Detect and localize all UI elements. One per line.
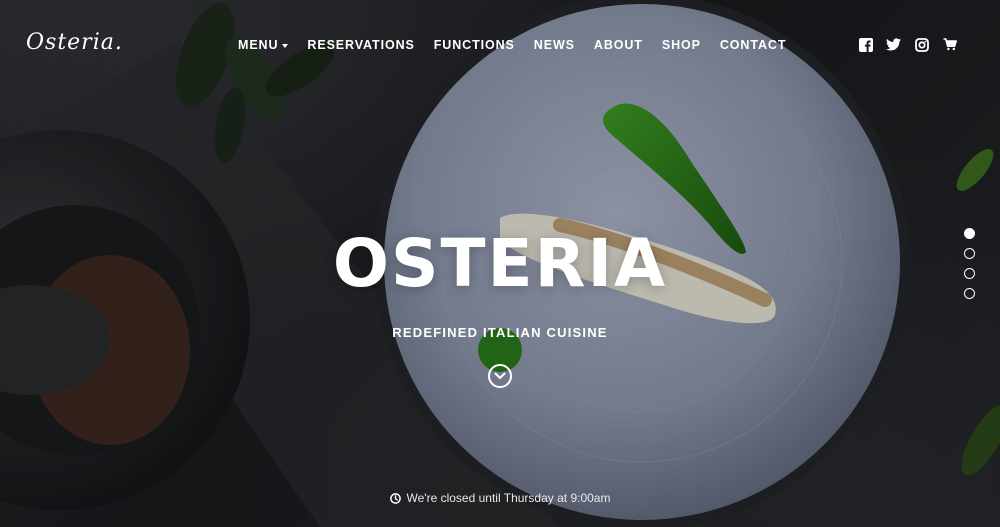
hero-section: Osteria. MENU RESERVATIONS FUNCTIONS NEW…: [0, 0, 1000, 527]
facebook-icon[interactable]: [858, 37, 873, 52]
social-links: [858, 37, 957, 52]
nav-item-about[interactable]: ABOUT: [594, 38, 643, 52]
nav-item-contact[interactable]: CONTACT: [720, 38, 786, 52]
nav-item-menu[interactable]: MENU: [238, 38, 289, 52]
nav-item-shop[interactable]: SHOP: [662, 38, 701, 52]
opening-status-text: We're closed until Thursday at 9:00am: [406, 491, 611, 505]
nav-item-label: MENU: [238, 38, 279, 52]
scroll-down-button[interactable]: [488, 364, 512, 388]
nav-item-label: RESERVATIONS: [307, 38, 415, 52]
nav-item-label: SHOP: [661, 38, 701, 52]
opening-status: We're closed until Thursday at 9:00am: [0, 491, 1000, 505]
cart-icon[interactable]: [942, 37, 957, 52]
slider-dot[interactable]: [964, 288, 975, 299]
instagram-icon[interactable]: [914, 37, 929, 52]
twitter-icon[interactable]: [886, 37, 901, 52]
nav-item-reservations[interactable]: RESERVATIONS: [307, 38, 414, 52]
site-logo[interactable]: Osteria.: [26, 30, 123, 55]
slider-dot[interactable]: [964, 228, 975, 239]
main-nav: MENU RESERVATIONS FUNCTIONS NEWS ABOUT S…: [238, 38, 786, 52]
hero-subtitle: REDEFINED ITALIAN CUISINE: [392, 325, 608, 340]
chevron-down-icon: [494, 372, 506, 379]
slider-dots: [964, 228, 975, 299]
hero-title: OSTERIA: [332, 225, 668, 302]
clock-icon: [389, 492, 401, 504]
nav-item-label: NEWS: [533, 38, 575, 52]
nav-item-news[interactable]: NEWS: [534, 38, 575, 52]
caret-down-icon: [282, 43, 289, 48]
slider-dot[interactable]: [964, 268, 975, 279]
slider-dot[interactable]: [964, 248, 975, 259]
nav-item-functions[interactable]: FUNCTIONS: [434, 38, 515, 52]
nav-item-label: FUNCTIONS: [433, 38, 515, 52]
nav-item-label: ABOUT: [593, 38, 643, 52]
nav-item-label: CONTACT: [719, 38, 787, 52]
